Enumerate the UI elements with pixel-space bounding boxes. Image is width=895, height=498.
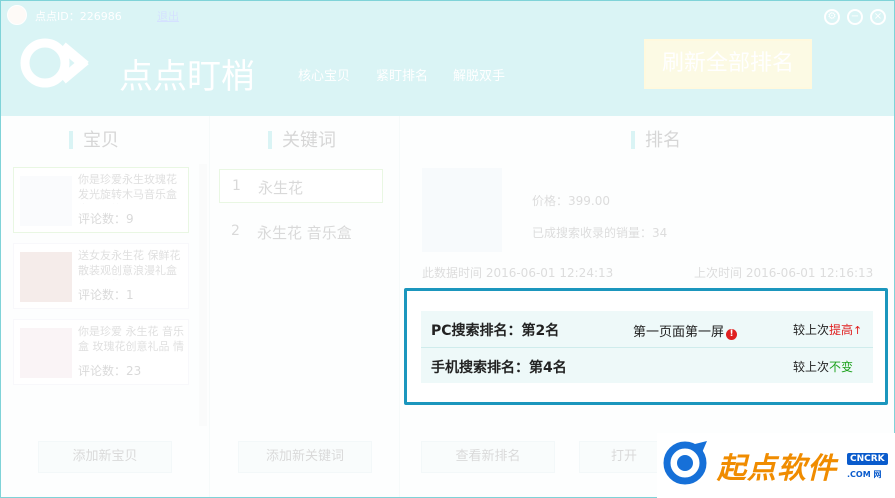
- product-comments: 评论数：23: [78, 364, 142, 378]
- refresh-all-ranking-button[interactable]: 刷新全部排名: [644, 39, 812, 89]
- mobile-compare: 较上次不变: [793, 358, 853, 375]
- open-button[interactable]: 打开: [579, 441, 669, 473]
- user-id-label: 点点ID：226986: [35, 10, 122, 23]
- product-title: 送女友永生花 保鲜花散装观创意浪漫礼盒生日礼物: [78, 249, 181, 280]
- logout-link[interactable]: 退出: [157, 8, 179, 24]
- pc-ranking-row: PC搜索排名：第2名 第一页面第一屏! 较上次提高↑: [421, 311, 873, 347]
- view-ranking-button[interactable]: 查看新排名: [421, 441, 555, 473]
- mobile-compare-prefix: 较上次: [793, 360, 830, 374]
- keywords-header-label: 关键词: [282, 130, 336, 151]
- keyword-index: 1: [232, 178, 241, 194]
- pc-ranking-label: PC搜索排名：第2名: [431, 323, 560, 339]
- product-card[interactable]: 你是珍爱 永生花 音乐盒 玫瑰花创意礼品 情人节 评论数：23: [13, 319, 189, 385]
- arrow-up-icon: ↑: [853, 324, 863, 337]
- products-header: 宝贝: [69, 126, 119, 152]
- product-comments: 评论数：9: [78, 212, 134, 226]
- nav-free-hands[interactable]: 解脱双手: [453, 65, 505, 84]
- nav-track-ranking[interactable]: 紧盯排名: [376, 65, 428, 84]
- divider: [399, 116, 400, 497]
- app-window: 点点ID：226986 退出 ⚙ − × 点点盯梢 核心宝贝 紧盯排名 解脱双手…: [0, 0, 895, 498]
- mobile-ranking-row: 手机搜索排名：第4名 较上次不变: [421, 347, 873, 383]
- products-scrollbar[interactable]: [199, 164, 207, 426]
- watermark-domain: .COM 网: [847, 470, 882, 479]
- keyword-item[interactable]: 2 永生花 音乐盒: [219, 215, 383, 249]
- app-name: 点点盯梢: [119, 57, 255, 97]
- settings-icon[interactable]: ⚙: [824, 9, 840, 25]
- product-image: [20, 176, 72, 226]
- ranking-header: 排名: [631, 126, 681, 152]
- last-data-time: 上次时间 2016-06-01 12:16:13: [694, 266, 874, 280]
- keyword-text: 永生花 音乐盒: [257, 224, 352, 242]
- products-header-label: 宝贝: [83, 130, 119, 151]
- close-icon[interactable]: ×: [870, 9, 886, 25]
- mobile-compare-value: 不变: [829, 360, 854, 374]
- divider: [209, 116, 210, 497]
- nav-core-products[interactable]: 核心宝贝: [298, 65, 350, 84]
- ranking-product-image: [422, 168, 502, 252]
- product-title: 你是珍爱 永生花 音乐盒 玫瑰花创意礼品 情人节: [78, 325, 184, 356]
- price-label: 价格：399.00: [532, 194, 610, 208]
- pc-page-position: 第一页面第一屏!: [633, 321, 738, 340]
- keyword-text: 永生花: [258, 179, 304, 197]
- watermark-badge: CNCRK: [847, 453, 888, 465]
- mobile-ranking-label: 手机搜索排名：第4名: [431, 360, 567, 376]
- minimize-icon[interactable]: −: [847, 9, 863, 25]
- ranking-result-box: PC搜索排名：第2名 第一页面第一屏! 较上次提高↑ 手机搜索排名：第4名 较上…: [404, 288, 888, 405]
- product-card[interactable]: 送女友永生花 保鲜花散装观创意浪漫礼盒生日礼物 评论数：1: [13, 243, 189, 309]
- pc-compare-value: 提高: [829, 323, 854, 337]
- watermark: 起点软件 CNCRK .COM 网: [657, 433, 895, 498]
- title-bar: 点点ID：226986 退出 ⚙ − × 点点盯梢 核心宝贝 紧盯排名 解脱双手…: [1, 1, 894, 116]
- current-data-time: 此数据时间 2016-06-01 12:24:13: [422, 266, 614, 280]
- alert-icon: !: [726, 329, 738, 340]
- product-title: 你是珍爱永生玫瑰花发光旋转木马音乐盒生日节礼品: [78, 173, 177, 204]
- watermark-text: 起点软件: [717, 451, 838, 485]
- product-image: [20, 328, 72, 378]
- avatar[interactable]: [7, 5, 27, 25]
- keywords-header: 关键词: [268, 126, 336, 152]
- product-image: [20, 252, 72, 302]
- watermark-logo-icon: [663, 441, 707, 485]
- product-comments: 评论数：1: [78, 288, 134, 302]
- add-keyword-button[interactable]: 添加新关键词: [238, 441, 372, 473]
- keyword-index: 2: [231, 223, 240, 239]
- pc-compare: 较上次提高↑: [793, 321, 862, 338]
- add-product-button[interactable]: 添加新宝贝: [38, 441, 172, 473]
- sales-label: 已成搜索收录的销量：34: [532, 226, 668, 240]
- pc-page-text: 第一页面第一屏: [633, 325, 725, 340]
- app-logo-icon: [20, 38, 89, 88]
- product-card[interactable]: 你是珍爱永生玫瑰花发光旋转木马音乐盒生日节礼品 评论数：9: [13, 167, 189, 233]
- keyword-item[interactable]: 1 永生花: [219, 169, 383, 203]
- pc-compare-prefix: 较上次: [793, 323, 830, 337]
- ranking-header-label: 排名: [645, 130, 681, 151]
